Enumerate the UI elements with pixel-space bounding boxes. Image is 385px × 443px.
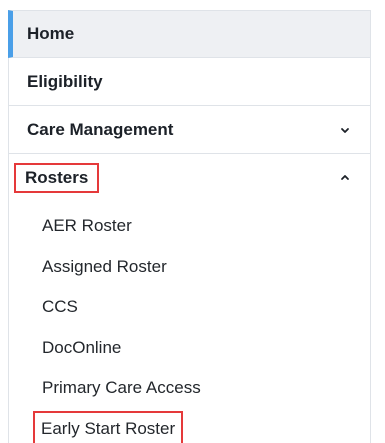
nav-item-home-label: Home (27, 24, 75, 43)
nav-item-eligibility[interactable]: Eligibility (8, 58, 371, 106)
nav-item-rosters-label: Rosters (13, 163, 100, 193)
submenu-item-assigned-roster-label: Assigned Roster (42, 256, 167, 276)
sidebar-nav: Home Eligibility Care Management Rosters… (8, 10, 371, 443)
chevron-down-icon (340, 125, 350, 135)
submenu-item-ccs-label: CCS (42, 297, 78, 317)
submenu-item-ccs[interactable]: CCS (9, 287, 370, 328)
submenu-item-early-start-roster-label: Early Start Roster (32, 410, 184, 443)
submenu-item-aer-roster-label: AER Roster (42, 216, 132, 236)
submenu-item-aer-roster[interactable]: AER Roster (9, 206, 370, 247)
submenu-item-primary-care-access-label: Primary Care Access (42, 378, 201, 398)
nav-item-home[interactable]: Home (8, 10, 371, 58)
nav-item-rosters[interactable]: Rosters (8, 154, 371, 202)
submenu-item-primary-care-access[interactable]: Primary Care Access (9, 368, 370, 409)
chevron-up-icon (340, 173, 350, 183)
submenu-item-doconline-label: DocOnline (42, 337, 122, 357)
nav-item-eligibility-label: Eligibility (27, 71, 103, 91)
nav-item-care-management-label: Care Management (27, 119, 174, 139)
nav-item-care-management[interactable]: Care Management (8, 106, 371, 154)
submenu-item-assigned-roster[interactable]: Assigned Roster (9, 247, 370, 288)
submenu-item-doconline[interactable]: DocOnline (9, 328, 370, 369)
submenu-item-early-start-roster[interactable]: Early Start Roster (9, 409, 370, 443)
rosters-submenu: AER Roster Assigned Roster CCS DocOnline… (8, 202, 371, 443)
